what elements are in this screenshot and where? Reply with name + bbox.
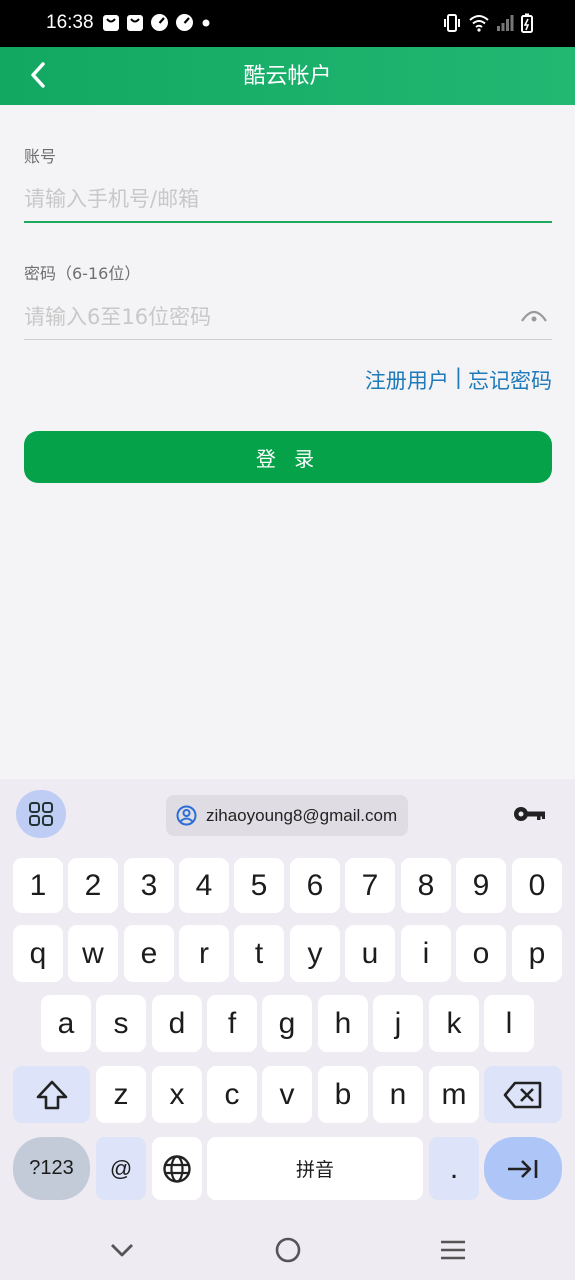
key-p[interactable]: p <box>512 925 562 982</box>
key-i[interactable]: i <box>401 925 451 982</box>
chevron-down-icon <box>111 1244 133 1257</box>
status-time: 16:38 <box>46 12 94 33</box>
password-label: 密码（6-16位） <box>24 264 141 283</box>
key-o[interactable]: o <box>456 925 506 982</box>
account-input[interactable] <box>24 177 552 223</box>
key-7[interactable]: 7 <box>345 858 395 913</box>
key-2[interactable]: 2 <box>68 858 118 913</box>
key-b[interactable]: b <box>318 1066 368 1123</box>
soft-keyboard: zihaoyoung8@gmail.com 1 2 3 4 5 6 7 8 9 … <box>0 779 575 1280</box>
signal-icon <box>497 15 514 31</box>
shift-icon <box>36 1080 67 1109</box>
password-manager-button[interactable] <box>510 799 550 829</box>
battery-charging-icon <box>521 13 533 33</box>
key-c[interactable]: c <box>207 1066 257 1123</box>
password-input[interactable] <box>24 294 552 340</box>
key-m[interactable]: m <box>429 1066 479 1123</box>
key-j[interactable]: j <box>373 995 423 1052</box>
space-key[interactable]: 拼音 <box>207 1137 423 1200</box>
key-5[interactable]: 5 <box>234 858 284 913</box>
notification-icons <box>102 13 212 32</box>
vibrate-icon <box>444 14 460 32</box>
link-separator: | <box>454 365 462 389</box>
key-y[interactable]: y <box>290 925 340 982</box>
key-z[interactable]: z <box>96 1066 146 1123</box>
system-icons <box>442 13 533 33</box>
menu-lines-icon <box>441 1240 465 1260</box>
key-v[interactable]: v <box>262 1066 312 1123</box>
key-k[interactable]: k <box>429 995 479 1052</box>
bag-icon <box>127 14 143 31</box>
gauge-icon <box>151 14 168 31</box>
key-8[interactable]: 8 <box>401 858 451 913</box>
home-button[interactable] <box>266 1228 310 1272</box>
key-h[interactable]: h <box>318 995 368 1052</box>
status-bar: 16:38 <box>0 0 575 47</box>
bag-icon <box>103 14 119 31</box>
backspace-key[interactable] <box>484 1066 562 1123</box>
app-header: 酷云帐户 <box>0 47 575 105</box>
key-a[interactable]: a <box>41 995 91 1052</box>
keyboard-menu-button[interactable] <box>16 790 66 838</box>
key-d[interactable]: d <box>152 995 202 1052</box>
keyboard-toolbar: zihaoyoung8@gmail.com <box>0 779 575 849</box>
enter-key[interactable] <box>484 1137 562 1200</box>
key-s[interactable]: s <box>96 995 146 1052</box>
key-x[interactable]: x <box>152 1066 202 1123</box>
key-w[interactable]: w <box>68 925 118 982</box>
key-r[interactable]: r <box>179 925 229 982</box>
circle-home-icon <box>275 1237 301 1263</box>
globe-icon <box>163 1154 191 1183</box>
key-0[interactable]: 0 <box>512 858 562 913</box>
key-3[interactable]: 3 <box>124 858 174 913</box>
key-icon <box>514 807 545 821</box>
suggestion-email-text: zihaoyoung8@gmail.com <box>206 805 398 825</box>
page-title: 酷云帐户 <box>243 64 332 89</box>
key-g[interactable]: g <box>262 995 312 1052</box>
grid-icon <box>29 802 53 826</box>
recents-button[interactable] <box>431 1228 475 1272</box>
key-6[interactable]: 6 <box>290 858 340 913</box>
key-u[interactable]: u <box>345 925 395 982</box>
key-9[interactable]: 9 <box>456 858 506 913</box>
navigation-bar <box>0 1218 575 1280</box>
email-suggestion-chip[interactable]: zihaoyoung8@gmail.com <box>166 795 408 836</box>
forgot-password-link[interactable]: 忘记密码 <box>468 365 552 395</box>
gauge-icon <box>176 14 193 31</box>
key-l[interactable]: l <box>484 995 534 1052</box>
language-key[interactable] <box>152 1137 202 1200</box>
symbols-key[interactable]: ?123 <box>13 1137 90 1200</box>
key-1[interactable]: 1 <box>13 858 63 913</box>
key-f[interactable]: f <box>207 995 257 1052</box>
account-links: 注册用户 | 忘记密码 <box>365 365 552 395</box>
dot-icon <box>202 19 210 26</box>
shift-key[interactable] <box>13 1066 90 1123</box>
hide-keyboard-button[interactable] <box>100 1228 144 1272</box>
account-circle-icon <box>176 805 197 826</box>
key-t[interactable]: t <box>234 925 284 982</box>
register-link[interactable]: 注册用户 <box>365 365 449 395</box>
key-e[interactable]: e <box>124 925 174 982</box>
at-key[interactable]: @ <box>96 1137 146 1200</box>
key-q[interactable]: q <box>13 925 63 982</box>
wifi-icon <box>469 15 489 32</box>
account-label: 账号 <box>24 147 57 166</box>
login-button[interactable]: 登 录 <box>24 431 552 483</box>
eye-closed-icon[interactable] <box>520 305 548 325</box>
key-n[interactable]: n <box>373 1066 423 1123</box>
tab-arrow-icon <box>508 1159 538 1178</box>
period-key[interactable]: . <box>429 1137 479 1200</box>
backspace-icon <box>503 1081 542 1108</box>
key-4[interactable]: 4 <box>179 858 229 913</box>
